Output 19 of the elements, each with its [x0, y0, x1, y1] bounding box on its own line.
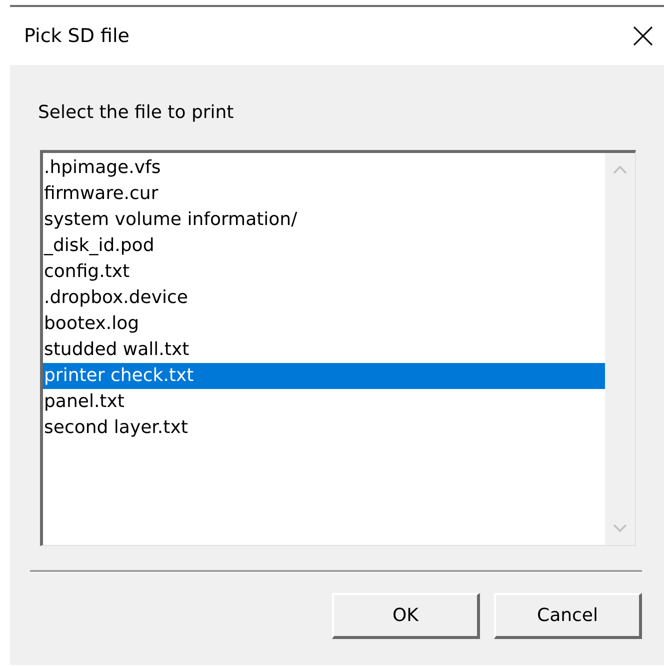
file-item[interactable]: _disk_id.pod	[43, 233, 605, 259]
file-item[interactable]: panel.txt	[43, 389, 605, 415]
file-item[interactable]: .dropbox.device	[43, 285, 605, 311]
file-item[interactable]: studded wall.txt	[43, 337, 605, 363]
file-item[interactable]: bootex.log	[43, 311, 605, 337]
prompt-text: Select the file to print	[38, 101, 235, 125]
file-item[interactable]: printer check.txt	[43, 363, 605, 389]
scrollbar[interactable]	[605, 153, 635, 545]
scroll-down-icon[interactable]	[613, 524, 627, 533]
dialog-button[interactable]: OK	[332, 593, 480, 639]
file-item[interactable]: second layer.txt	[43, 415, 605, 441]
file-item[interactable]: system volume information/	[43, 207, 605, 233]
file-item[interactable]: config.txt	[43, 259, 605, 285]
scroll-up-icon[interactable]	[613, 165, 627, 174]
file-item[interactable]: firmware.cur	[43, 181, 605, 207]
file-item[interactable]: .hpimage.vfs	[43, 155, 605, 181]
close-icon[interactable]	[632, 25, 654, 47]
dialog-button[interactable]: Cancel	[494, 593, 642, 639]
window-title: Pick SD file	[24, 24, 130, 49]
